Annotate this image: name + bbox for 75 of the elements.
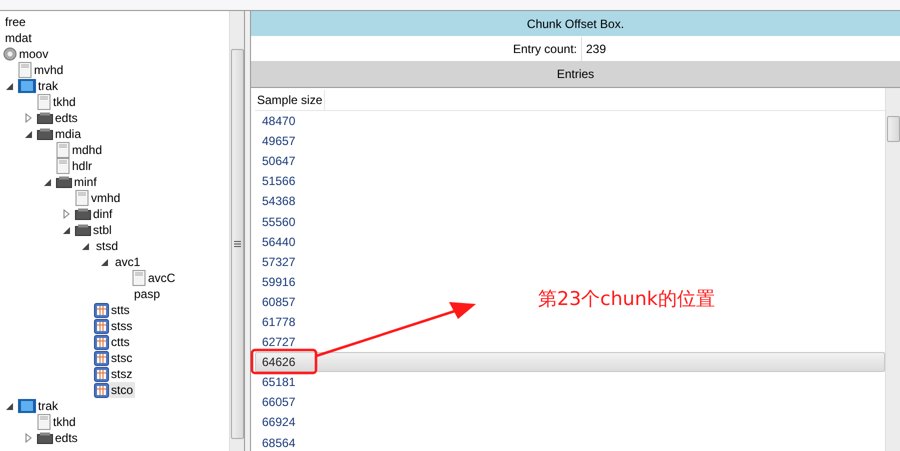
entry-count-label: Entry count: [512,42,578,56]
document-icon [56,158,70,174]
list-row[interactable]: 48470 [255,111,296,132]
tree-item[interactable]: trak [36,78,60,94]
list-row[interactable]: 61778 [255,312,296,332]
table-icon [94,318,109,334]
table-icon [94,382,109,398]
document-icon [132,270,146,286]
annotation-text: 第23个chunk的位置 [538,287,715,312]
tree-item[interactable]: mdhd [70,142,104,158]
document-icon [75,190,89,206]
tree-item[interactable]: pasp [132,286,162,302]
tree-item[interactable]: avc1 [113,254,142,270]
tree-item[interactable]: stsz [109,366,134,382]
tree-item[interactable]: trak [36,398,60,414]
film-icon [18,79,36,93]
drawer-icon [75,224,91,236]
tree-item[interactable]: mdia [53,126,84,142]
table-icon [94,366,109,382]
tree-item[interactable]: stco [109,382,136,398]
highlight-frame [250,348,318,374]
entries-header: Entries [251,61,900,88]
table-icon [94,350,109,366]
tree-item[interactable]: ctts [109,334,132,350]
document-icon [37,94,51,110]
tree-item[interactable]: vmhd [89,190,122,206]
tree-item[interactable]: free [3,14,28,30]
tree-item[interactable]: edts [53,110,80,126]
list-row[interactable]: 60857 [255,292,296,312]
list-row[interactable]: 50647 [255,151,296,172]
list-row[interactable]: 64626 [255,352,885,372]
tree-item[interactable]: tkhd [51,414,78,430]
list-row[interactable]: 49657 [255,131,296,152]
drawer-icon [37,112,53,124]
gear-icon [3,47,17,61]
list-row[interactable]: 57327 [255,252,296,272]
drawer-icon [75,208,91,220]
document-icon [18,62,32,78]
list-row[interactable]: 56440 [255,232,296,252]
tree-item[interactable]: stsd [94,238,120,254]
panel-title: Chunk Offset Box. [251,11,900,36]
table-icon [94,302,109,318]
tree-item[interactable]: minf [72,174,99,190]
tree-item[interactable]: stsc [109,350,134,366]
drawer-icon [37,128,53,140]
list-row[interactable]: 65181 [255,372,296,392]
tree-item[interactable]: avcC [146,270,178,286]
table-icon [94,334,109,350]
scrollbar[interactable] [885,88,900,451]
tree-item[interactable]: edts [53,430,80,446]
list-row[interactable]: 66924 [255,412,296,432]
list-row[interactable]: 54368 [255,191,296,212]
tree-item[interactable]: stts [109,302,132,318]
list-row[interactable]: 62727 [255,332,296,352]
drawer-icon [56,176,72,188]
scrollbar[interactable] [229,11,244,451]
tree-item[interactable]: mdat [3,30,34,46]
document-icon [56,142,70,158]
tree-item[interactable]: moov [17,46,50,62]
tree-item[interactable]: tkhd [51,94,78,110]
list-row[interactable]: 68564 [255,432,296,451]
drawer-icon [37,432,53,444]
list-row[interactable]: 55560 [255,211,296,232]
film-icon [18,399,36,413]
tree-item[interactable]: stss [109,318,134,334]
tree-item[interactable]: dinf [91,206,114,222]
tree-item[interactable]: stbl [91,222,114,238]
tree-item[interactable]: hdlr [70,158,94,174]
list-row[interactable]: 66057 [255,392,296,412]
list-row[interactable]: 59916 [255,272,296,292]
list-row[interactable]: 51566 [255,171,296,192]
tree-item[interactable]: mvhd [32,62,66,78]
column-header[interactable]: Sample size [255,90,326,110]
grip-icon [234,241,240,247]
document-icon [37,414,51,430]
